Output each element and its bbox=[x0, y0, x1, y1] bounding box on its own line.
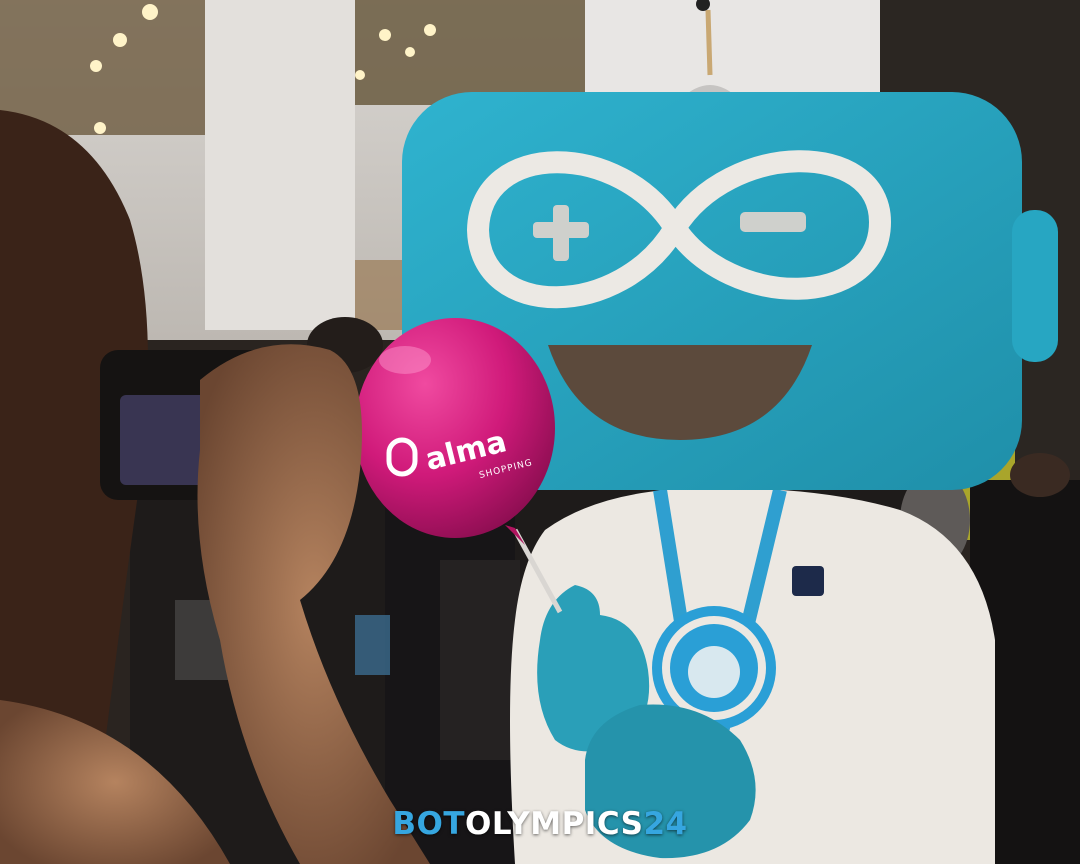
watermark-olympics: OLYMPICS bbox=[465, 806, 644, 842]
antenna bbox=[705, 9, 713, 76]
photo-scene: alma SHOPPING bbox=[0, 0, 1080, 864]
event-watermark: BOTOLYMPICS24 bbox=[0, 806, 1080, 842]
upper-floor-right bbox=[345, 0, 585, 105]
hoodie-badge bbox=[792, 566, 824, 596]
minus-sign bbox=[740, 212, 806, 232]
upper-floor-left bbox=[0, 0, 210, 135]
ear bbox=[1012, 210, 1058, 362]
watermark-bot: BOT bbox=[392, 806, 465, 842]
pillar bbox=[205, 0, 355, 330]
event-photo: alma SHOPPING BOTOLYMPICS24 bbox=[0, 0, 1080, 864]
watermark-year: 24 bbox=[643, 806, 688, 842]
